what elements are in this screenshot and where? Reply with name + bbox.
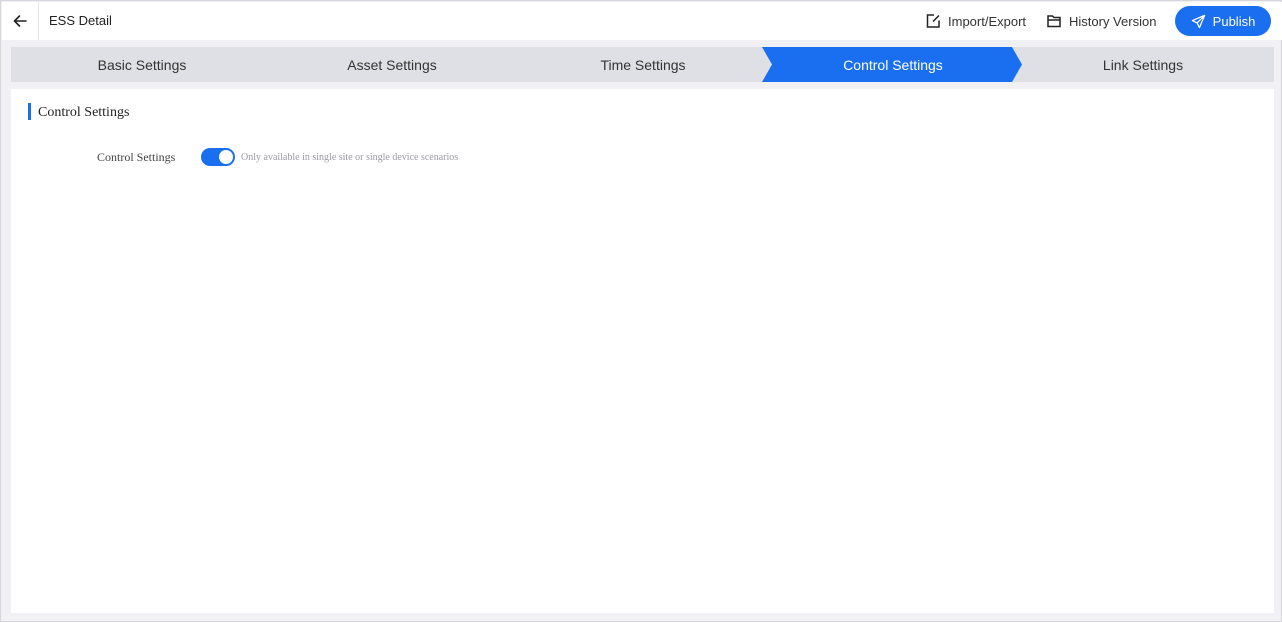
- step-navigation: Basic Settings Asset Settings Time Setti…: [11, 47, 1274, 82]
- step-label: Time Settings: [600, 56, 686, 73]
- app-frame: ESS Detail Import/Export History Version…: [0, 0, 1282, 622]
- step-asset-settings[interactable]: Asset Settings: [261, 47, 523, 82]
- step-label: Control Settings: [843, 56, 943, 73]
- import-export-label: Import/Export: [948, 13, 1027, 29]
- page-title: ESS Detail: [49, 13, 112, 28]
- step-time-settings[interactable]: Time Settings: [512, 47, 774, 82]
- send-icon: [1191, 14, 1205, 28]
- section-title: Control Settings: [38, 105, 130, 120]
- content-panel: Control Settings Control Settings Only a…: [11, 89, 1274, 613]
- step-label: Basic Settings: [97, 56, 187, 73]
- arrow-left-icon: [13, 15, 27, 27]
- back-button[interactable]: [2, 2, 39, 40]
- toggle-knob: [219, 150, 233, 164]
- step-label: Asset Settings: [347, 56, 437, 73]
- step-basic-settings[interactable]: Basic Settings: [11, 47, 273, 82]
- step-label: Link Settings: [1102, 56, 1184, 73]
- control-settings-toggle[interactable]: [201, 148, 235, 166]
- step-link-settings[interactable]: Link Settings: [1012, 47, 1274, 82]
- edit-box-icon: [926, 14, 940, 28]
- folder-icon: [1047, 15, 1061, 28]
- history-version-button[interactable]: History Version: [1046, 2, 1156, 40]
- control-settings-label: Control Settings: [97, 150, 176, 164]
- publish-label: Publish: [1212, 13, 1256, 29]
- publish-button[interactable]: Publish: [1175, 6, 1271, 36]
- section-accent-bar: [28, 103, 31, 120]
- header-bar: ESS Detail Import/Export History Version…: [2, 2, 1282, 40]
- step-control-settings[interactable]: Control Settings: [762, 47, 1024, 82]
- history-version-label: History Version: [1069, 13, 1157, 29]
- import-export-button[interactable]: Import/Export: [925, 2, 1026, 40]
- control-settings-hint: Only available in single site or single …: [241, 152, 459, 163]
